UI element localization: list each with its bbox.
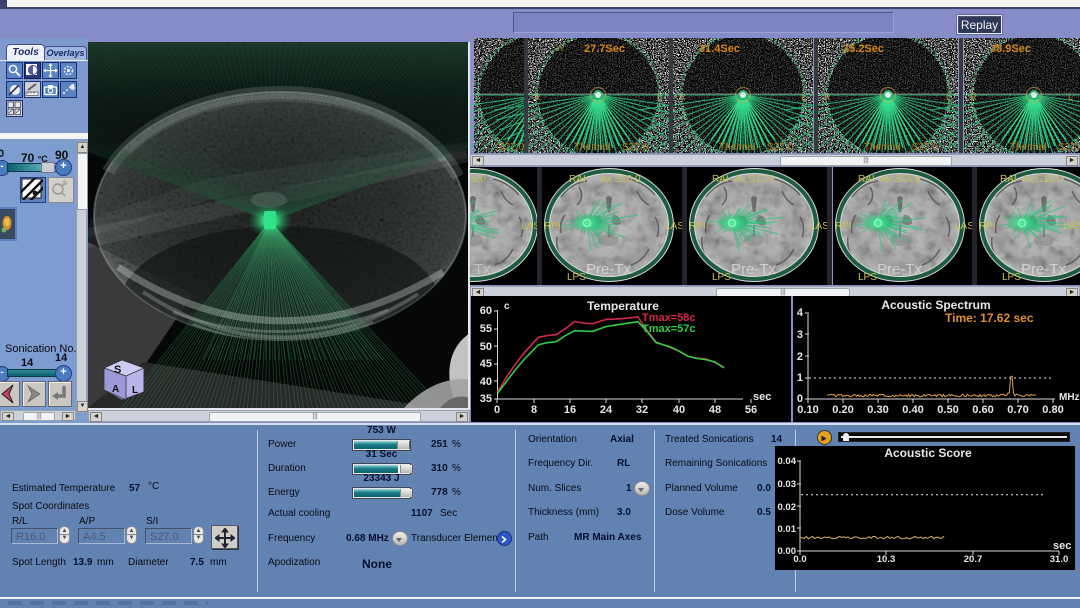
svg-text:MHz: MHz — [1059, 392, 1080, 403]
svg-text:Tx: Tx — [474, 261, 491, 278]
svg-text:0: 0 — [494, 404, 500, 416]
svg-text:Thermal: Thermal — [574, 142, 611, 153]
svg-text:S27.0: S27.0 — [1058, 142, 1080, 153]
svg-text:Time: 17.62 sec: Time: 17.62 sec — [945, 311, 1034, 325]
svg-text:S: S — [114, 364, 121, 376]
svg-text:24: 24 — [600, 404, 613, 416]
svg-text:W: W — [556, 43, 565, 53]
svg-text:RPI: RPI — [979, 221, 996, 232]
svg-text:0.80: 0.80 — [1042, 404, 1063, 416]
svg-text:Ax S10.0: Ax S10.0 — [600, 174, 641, 185]
svg-text:Pre-Tx: Pre-Tx — [1021, 261, 1067, 278]
svg-text:27.7Sec: 27.7Sec — [584, 43, 625, 55]
svg-text:LAS: LAS — [1063, 221, 1080, 232]
svg-text:55: 55 — [480, 323, 492, 335]
svg-text:RPI: RPI — [835, 221, 852, 232]
svg-text:0.30: 0.30 — [867, 404, 888, 416]
svg-text:A: A — [112, 384, 119, 395]
svg-text:L: L — [132, 385, 138, 396]
svg-text:8: 8 — [531, 404, 537, 416]
svg-text:sec: sec — [1053, 540, 1071, 552]
svg-text:35: 35 — [480, 393, 492, 405]
svg-text:0.0: 0.0 — [793, 554, 806, 565]
svg-text:0.60: 0.60 — [972, 404, 993, 416]
svg-text:W: W — [992, 43, 1001, 53]
svg-text:2: 2 — [797, 351, 803, 363]
svg-text:50: 50 — [480, 341, 492, 353]
svg-text:Ax S16.0: Ax S16.0 — [1022, 174, 1063, 185]
svg-text:Temperature: Temperature — [587, 299, 659, 313]
svg-text:Thermal: Thermal — [864, 142, 901, 153]
svg-text:8.0: 8.0 — [472, 174, 486, 185]
svg-text:RAI: RAI — [1000, 174, 1017, 185]
svg-text:c: c — [504, 301, 510, 312]
svg-text:Pre-Tx: Pre-Tx — [877, 261, 923, 278]
svg-text:LAS: LAS — [810, 221, 829, 232]
svg-text:Acoustic Score: Acoustic Score — [884, 446, 972, 460]
svg-text:Pre-Tx: Pre-Tx — [731, 261, 777, 278]
svg-text:0.03: 0.03 — [778, 479, 797, 490]
svg-text:RPI: RPI — [544, 221, 561, 232]
svg-text:10.3: 10.3 — [877, 554, 896, 565]
svg-text:Pre-Tx: Pre-Tx — [586, 261, 632, 278]
svg-text:45: 45 — [480, 358, 492, 370]
svg-text:0.02: 0.02 — [778, 502, 797, 513]
svg-text:S27.0: S27.0 — [767, 142, 794, 153]
svg-text:40: 40 — [673, 404, 685, 416]
svg-text:0.20: 0.20 — [832, 404, 853, 416]
svg-text:Ax S12.0: Ax S12.0 — [734, 174, 775, 185]
svg-text:Tmax=57c: Tmax=57c — [642, 323, 696, 335]
svg-text:20.7: 20.7 — [964, 554, 983, 565]
svg-text:0.01: 0.01 — [778, 524, 797, 535]
svg-text:0.70: 0.70 — [1007, 404, 1028, 416]
svg-text:48: 48 — [709, 404, 721, 416]
svg-text:1: 1 — [797, 372, 803, 384]
svg-text:32: 32 — [636, 404, 648, 416]
svg-text:Thermal: Thermal — [1010, 142, 1047, 153]
svg-text:40: 40 — [480, 376, 492, 388]
svg-text:Ax S14.0: Ax S14.0 — [880, 174, 921, 185]
svg-text:3: 3 — [797, 329, 803, 341]
svg-text:LAS: LAS — [665, 221, 684, 232]
svg-text:W: W — [701, 43, 710, 53]
svg-text:sec: sec — [753, 391, 771, 403]
svg-text:LPS: LPS — [1002, 272, 1021, 283]
svg-text:RAI: RAI — [712, 174, 729, 185]
svg-text:56: 56 — [745, 404, 757, 416]
svg-text:0.40: 0.40 — [902, 404, 923, 416]
svg-text:0.50: 0.50 — [937, 404, 958, 416]
svg-text:S27.0: S27.0 — [912, 142, 939, 153]
svg-text:LAS: LAS — [955, 221, 974, 232]
svg-text:Thermal: Thermal — [719, 142, 756, 153]
svg-text:LPS: LPS — [712, 272, 731, 283]
svg-text:RPI: RPI — [689, 221, 706, 232]
svg-text:4: 4 — [797, 307, 804, 319]
svg-text:W: W — [846, 43, 855, 53]
svg-text:LPS: LPS — [858, 272, 877, 283]
svg-text:0.10: 0.10 — [797, 404, 818, 416]
svg-text:31.0: 31.0 — [1050, 554, 1069, 565]
svg-text:16: 16 — [564, 404, 576, 416]
svg-text:0.04: 0.04 — [778, 456, 797, 467]
svg-text:RAI: RAI — [858, 174, 875, 185]
svg-text:RAI: RAI — [569, 174, 586, 185]
svg-text:LPS: LPS — [567, 272, 586, 283]
svg-text:60: 60 — [480, 305, 492, 317]
svg-text:Acoustic Spectrum: Acoustic Spectrum — [881, 298, 990, 312]
svg-text:S27.0: S27.0 — [622, 142, 649, 153]
